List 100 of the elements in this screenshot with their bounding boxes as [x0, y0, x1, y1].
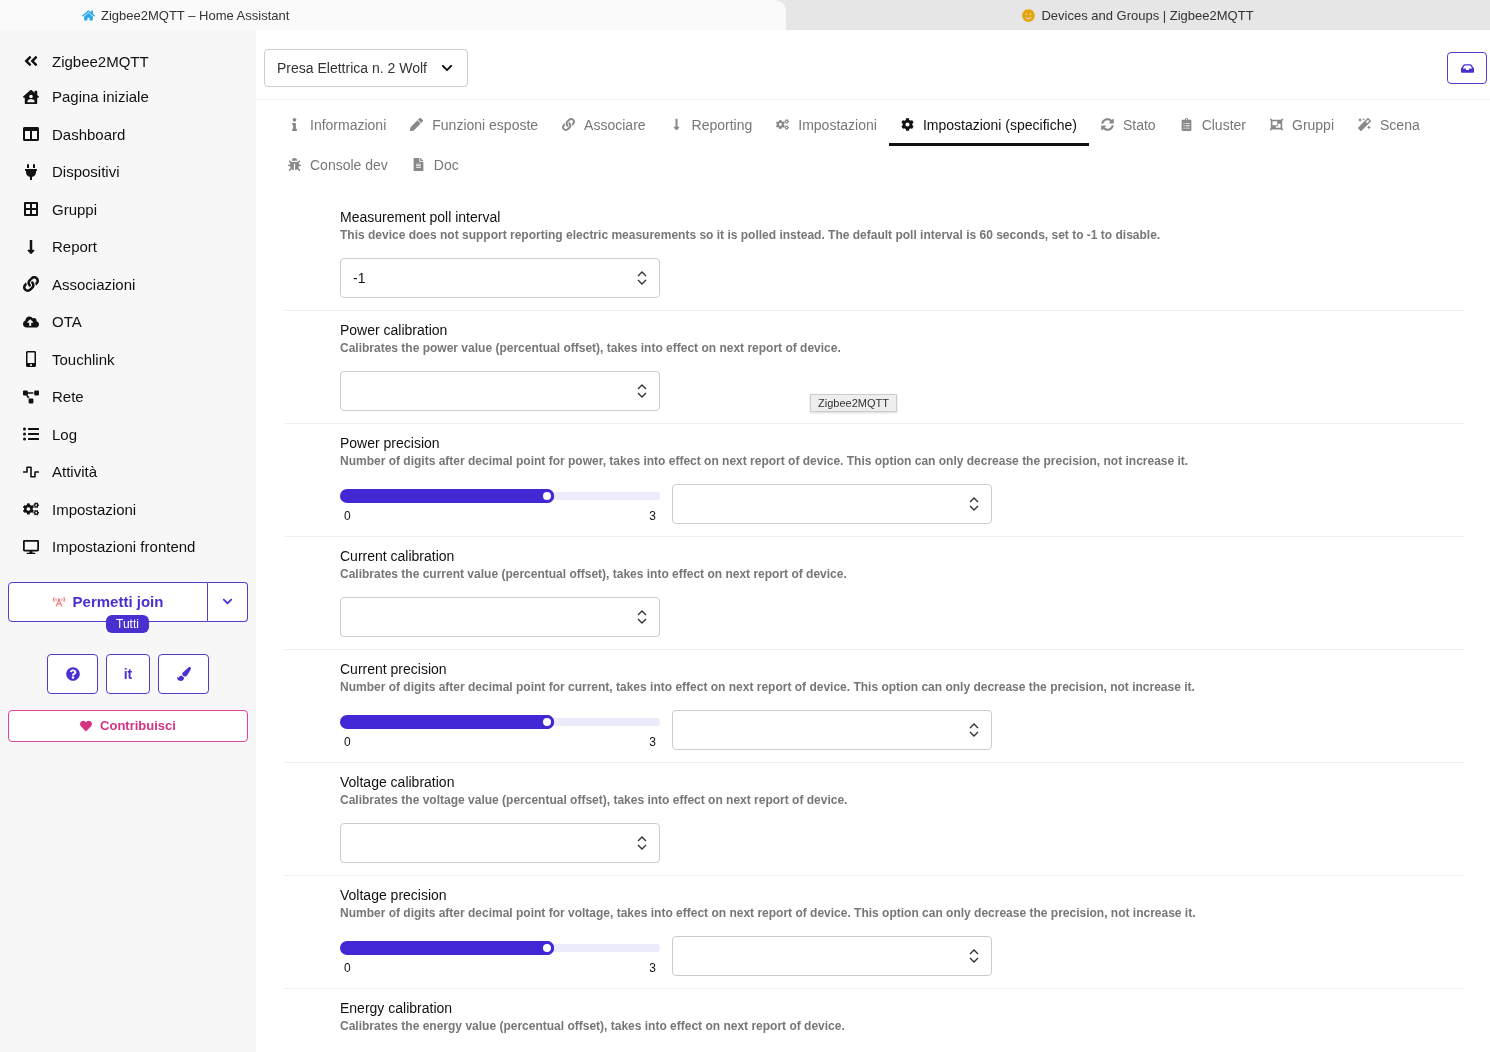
nav-item[interactable]: Report	[8, 228, 248, 266]
clipboard-icon	[1179, 118, 1193, 131]
bug-icon	[288, 158, 301, 171]
link-icon	[562, 118, 576, 131]
house-icon	[23, 88, 39, 105]
heart-icon	[80, 719, 93, 732]
setting-description: Number of digits after decimal point for voltage, takes into effect on next report of device. This option can only decrease the precision, not increase it.	[340, 906, 1197, 920]
slider-max: 3	[649, 509, 656, 523]
antenna-icon	[52, 595, 65, 608]
dropdown-button[interactable]	[208, 581, 248, 622]
cloud-upload-icon	[23, 313, 39, 330]
brush-icon	[176, 666, 191, 681]
number-field[interactable]	[340, 597, 660, 637]
group-icon	[1270, 118, 1283, 131]
gears-icon	[776, 118, 790, 131]
nav-item[interactable]: Impostazioni frontend	[8, 528, 248, 566]
tab[interactable]: Associare	[550, 106, 658, 146]
setting-description: Calibrates the energy value (percentual offset), takes into effect on next report of device.	[340, 1019, 846, 1033]
nav-item[interactable]: Touchlink	[8, 340, 248, 378]
language-button[interactable]: it	[106, 653, 150, 694]
slider-thumb[interactable]	[540, 715, 555, 729]
monitor-icon	[23, 538, 39, 555]
network-icon	[23, 388, 39, 405]
setting-title: Current precision	[340, 661, 448, 677]
number-field[interactable]	[672, 484, 992, 524]
wave-icon	[23, 463, 39, 480]
nav-item[interactable]: Gruppi	[8, 190, 248, 228]
chevron-down-icon	[440, 62, 453, 74]
slider-thumb[interactable]	[540, 941, 555, 955]
collapse-icon	[23, 53, 39, 69]
slider-min: 0	[344, 735, 351, 749]
tab[interactable]: Console dev	[276, 146, 400, 186]
number-field[interactable]	[672, 936, 992, 976]
tab[interactable]: Stato	[1088, 106, 1168, 146]
setting-description: This device does not support reporting electric measurements so it is polled instead. The default poll interval is 60 seconds, set to -1 to disable.	[340, 228, 1162, 242]
inbox-button[interactable]	[1447, 52, 1487, 84]
tab[interactable]: Cluster	[1167, 106, 1258, 146]
setting-description: Number of digits after decimal point for power, takes into effect on next report of device. This option can only decrease the precision, not increase it.	[340, 454, 1190, 468]
nav-item[interactable]: Dashboard	[8, 115, 248, 153]
up-down-arrows-icon	[637, 383, 647, 399]
setting-title: Measurement poll interval	[340, 209, 502, 225]
donate-button[interactable]: Contribuisci	[8, 709, 248, 742]
up-down-arrows-icon	[969, 722, 979, 738]
grid-icon	[23, 201, 39, 218]
tab[interactable]: Impostazioni	[764, 106, 889, 146]
help-icon	[65, 666, 80, 681]
setting-title: Power precision	[340, 435, 441, 451]
tab[interactable]: Informazioni	[276, 106, 399, 146]
slider-track[interactable]	[340, 715, 660, 729]
up-down-arrows-icon	[969, 948, 979, 964]
nav-title[interactable]: Zigbee2MQTT	[8, 44, 248, 78]
tab[interactable]: Funzioni esposte	[398, 106, 551, 146]
link-icon	[23, 276, 39, 293]
phone-icon	[23, 351, 39, 368]
tab[interactable]: Doc	[399, 146, 471, 186]
setting-title: Power calibration	[340, 322, 449, 338]
inbox-icon	[1460, 61, 1474, 75]
slider-track[interactable]	[340, 941, 660, 955]
slider-max: 3	[649, 961, 656, 975]
list-icon	[23, 426, 39, 443]
setting-description: Number of digits after decimal point for current, takes into effect on next report of device. This option can only decrease the precision, not increase it.	[340, 680, 1196, 694]
number-field[interactable]	[340, 371, 660, 411]
chevron-down-icon	[222, 596, 233, 607]
setting-title: Energy calibration	[340, 1000, 454, 1016]
sync-icon	[1100, 118, 1114, 131]
slider-thumb[interactable]	[540, 489, 555, 503]
tooltip: Zigbee2MQTT	[810, 394, 897, 412]
nav-item[interactable]: Attività	[8, 453, 248, 491]
tab[interactable]: Scena	[1346, 106, 1432, 146]
help-button[interactable]	[47, 653, 98, 694]
device-select[interactable]: Presa Elettrica n. 2 Wolf	[264, 49, 468, 87]
number-field[interactable]: -1	[340, 258, 660, 298]
smiley-icon	[1022, 8, 1036, 22]
pencil-icon	[410, 118, 424, 131]
setting-title: Current calibration	[340, 548, 456, 564]
tab[interactable]: Gruppi	[1258, 106, 1347, 146]
slider-min: 0	[344, 509, 351, 523]
setting-title: Voltage precision	[340, 887, 448, 903]
tab[interactable]: Reporting	[657, 106, 765, 146]
nav-item[interactable]: Rete	[8, 378, 248, 416]
nav-item[interactable]: Pagina iniziale	[8, 78, 248, 116]
tab[interactable]: Impostazioni (specifiche)	[888, 106, 1089, 146]
up-down-arrows-icon	[637, 835, 647, 851]
up-down-arrows-icon	[637, 270, 647, 286]
nav-item[interactable]: Dispositivi	[8, 153, 248, 191]
nav-item[interactable]: OTA	[8, 303, 248, 341]
theme-button[interactable]	[158, 653, 209, 694]
wand-icon	[1358, 118, 1372, 131]
nav-item[interactable]: Log	[8, 415, 248, 453]
nav-item[interactable]: Impostazioni	[8, 490, 248, 528]
setting-description: Calibrates the voltage value (percentual offset), takes into effect on next report of device.	[340, 793, 849, 807]
plug-icon	[23, 163, 39, 180]
setting-description: Calibrates the current value (percentual offset), takes into effect on next report of device.	[340, 567, 848, 581]
gears-icon	[23, 501, 39, 518]
slider-track[interactable]	[340, 489, 660, 503]
number-field[interactable]	[672, 710, 992, 750]
number-field[interactable]	[340, 823, 660, 863]
nav-item[interactable]: Associazioni	[8, 265, 248, 303]
browser-tab[interactable]: Zigbee2MQTT – Home Assistant	[0, 0, 786, 30]
house-icon	[82, 8, 95, 22]
